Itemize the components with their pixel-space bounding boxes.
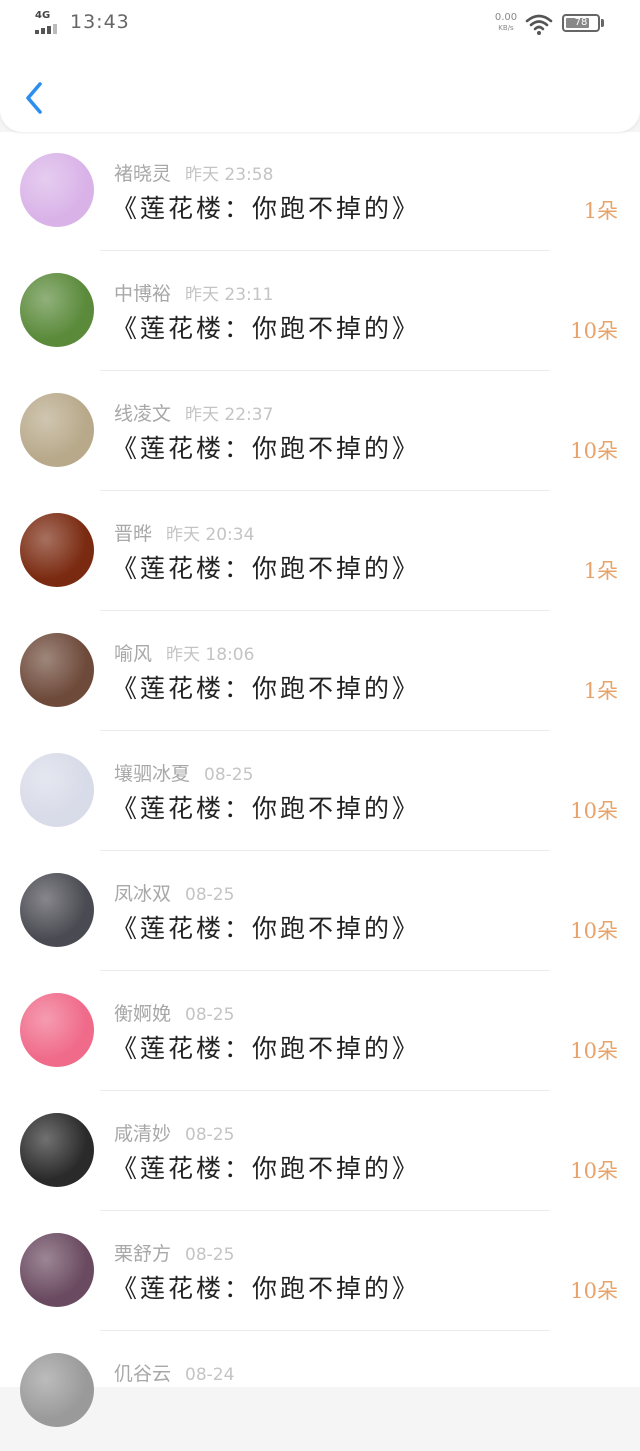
book-title: 《莲花楼：你跑不掉的》 [112,314,421,343]
item-meta: 中博裕 昨天 23:11 [114,279,273,306]
user-name: 喻风 [114,643,153,665]
avatar[interactable] [20,1353,94,1427]
item-meta: 衡婀娩 08-25 [114,999,234,1026]
network-type: 4G [35,10,51,21]
user-name: 仉谷云 [114,1363,172,1385]
book-title: 《莲花楼：你跑不掉的》 [112,1034,421,1063]
flower-count: 10朵 [570,799,618,823]
flower-count: 1朵 [583,199,618,223]
list-item[interactable]: 凤冰双 08-25 《莲花楼：你跑不掉的》 10朵 [0,851,640,971]
chevron-left-icon[interactable] [20,80,48,116]
book-title: 《莲花楼：你跑不掉的》 [112,674,421,703]
book-title: 《莲花楼：你跑不掉的》 [112,1274,421,1303]
avatar[interactable] [20,393,94,467]
battery-cap [601,19,604,27]
timestamp: 08-25 [185,1005,235,1025]
header: 4G 13:43 0.00 KB/s 78 [0,0,640,132]
flower-count: 10朵 [570,1159,618,1183]
item-meta: 壤驷冰夏 08-25 [114,759,253,786]
user-name: 栗舒方 [114,1243,172,1265]
book-title: 《莲花楼：你跑不掉的》 [112,554,421,583]
status-bar: 4G 13:43 0.00 KB/s 78 [0,0,640,46]
wifi-icon [525,14,553,35]
gift-list: 褚晓灵 昨天 23:58 《莲花楼：你跑不掉的》 1朵 中博裕 昨天 23:11 《莲花楼：… [0,131,640,1427]
item-meta: 仉谷云 08-24 [114,1359,234,1386]
flower-count: 10朵 [570,919,618,943]
flower-count: 10朵 [570,1039,618,1063]
item-meta: 线凌文 昨天 22:37 [114,399,273,426]
avatar[interactable] [20,513,94,587]
list-item[interactable]: 晋晔 昨天 20:34 《莲花楼：你跑不掉的》 1朵 [0,491,640,611]
signal-icon [35,24,61,34]
user-name: 线凌文 [114,403,172,425]
clock: 13:43 [70,11,130,33]
user-name: 衡婀娩 [114,1003,172,1025]
list-item[interactable]: 喻风 昨天 18:06 《莲花楼：你跑不掉的》 1朵 [0,611,640,731]
flower-count: 10朵 [570,439,618,463]
avatar[interactable] [20,753,94,827]
list-item[interactable]: 咸清妙 08-25 《莲花楼：你跑不掉的》 10朵 [0,1091,640,1211]
timestamp: 昨天 20:34 [166,525,255,545]
timestamp: 昨天 18:06 [166,645,255,665]
avatar[interactable] [20,633,94,707]
item-meta: 凤冰双 08-25 [114,879,234,906]
item-meta: 咸清妙 08-25 [114,1119,234,1146]
battery-icon: 78 [562,14,600,32]
flower-count: 1朵 [583,679,618,703]
user-name: 晋晔 [114,523,153,545]
item-meta: 喻风 昨天 18:06 [114,639,254,666]
avatar[interactable] [20,1113,94,1187]
timestamp: 08-25 [204,765,254,785]
timestamp: 08-25 [185,1125,235,1145]
list-item[interactable]: 栗舒方 08-25 《莲花楼：你跑不掉的》 10朵 [0,1211,640,1331]
avatar[interactable] [20,273,94,347]
timestamp: 08-25 [185,885,235,905]
flower-count: 1朵 [583,559,618,583]
list-item[interactable]: 中博裕 昨天 23:11 《莲花楼：你跑不掉的》 10朵 [0,251,640,371]
list-item[interactable]: 褚晓灵 昨天 23:58 《莲花楼：你跑不掉的》 1朵 [0,131,640,251]
list-item[interactable]: 衡婀娩 08-25 《莲花楼：你跑不掉的》 10朵 [0,971,640,1091]
item-meta: 褚晓灵 昨天 23:58 [114,159,273,186]
user-name: 中博裕 [114,283,172,305]
item-meta: 栗舒方 08-25 [114,1239,234,1266]
book-title: 《莲花楼：你跑不掉的》 [112,794,421,823]
book-title: 《莲花楼：你跑不掉的》 [112,434,421,463]
list-item[interactable]: 壤驷冰夏 08-25 《莲花楼：你跑不掉的》 10朵 [0,731,640,851]
timestamp: 昨天 22:37 [185,405,274,425]
timestamp: 昨天 23:11 [185,285,274,305]
battery-level: 78 [574,17,588,28]
list-item[interactable]: 线凌文 昨天 22:37 《莲花楼：你跑不掉的》 10朵 [0,371,640,491]
avatar[interactable] [20,153,94,227]
user-name: 壤驷冰夏 [114,763,191,785]
avatar[interactable] [20,1233,94,1307]
timestamp: 昨天 23:58 [185,165,274,185]
user-name: 褚晓灵 [114,163,172,185]
avatar[interactable] [20,993,94,1067]
network-speed: 0.00 KB/s [494,12,518,32]
book-title: 《莲花楼：你跑不掉的》 [112,194,421,223]
item-meta: 晋晔 昨天 20:34 [114,519,254,546]
flower-count: 10朵 [570,1279,618,1303]
book-title: 《莲花楼：你跑不掉的》 [112,1154,421,1183]
user-name: 咸清妙 [114,1123,172,1145]
timestamp: 08-24 [185,1365,235,1385]
avatar[interactable] [20,873,94,947]
list-item[interactable]: 仉谷云 08-24 [0,1331,640,1451]
user-name: 凤冰双 [114,883,172,905]
book-title: 《莲花楼：你跑不掉的》 [112,914,421,943]
flower-count: 10朵 [570,319,618,343]
timestamp: 08-25 [185,1245,235,1265]
